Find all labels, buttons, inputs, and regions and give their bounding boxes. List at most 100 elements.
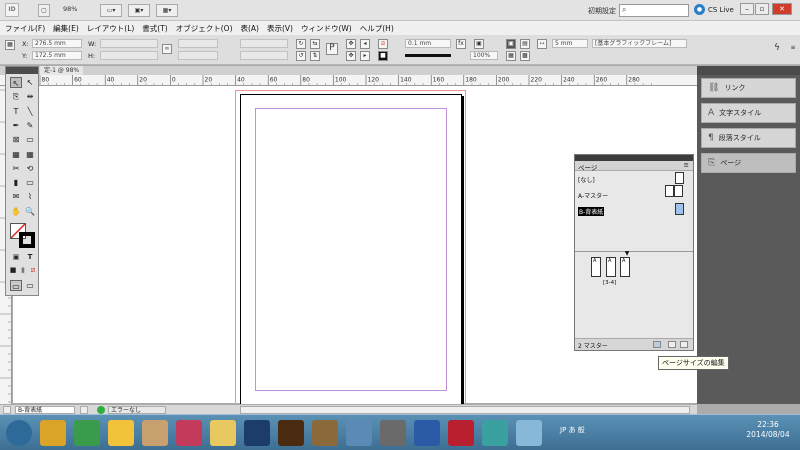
close-button[interactable]: ✕ bbox=[772, 3, 792, 15]
select-next-icon[interactable]: ▸ bbox=[360, 51, 370, 61]
dock-item-links[interactable]: ⛓ リンク bbox=[701, 78, 796, 98]
menu-help[interactable]: ヘルプ(H) bbox=[360, 23, 394, 34]
minimize-button[interactable]: – bbox=[740, 3, 754, 15]
rectangle-tool-icon[interactable]: ▭ bbox=[24, 134, 36, 145]
dock-item-character-styles[interactable]: A 文字スタイル bbox=[701, 103, 796, 123]
dock-item-paragraph-styles[interactable]: ¶ 段落スタイル bbox=[701, 128, 796, 148]
stroke-weight-field[interactable]: 0.1 mm bbox=[405, 39, 451, 48]
fit-frame-icon[interactable]: ▩ bbox=[520, 51, 530, 61]
edit-page-size-icon[interactable] bbox=[653, 341, 661, 348]
next-page-icon[interactable] bbox=[80, 406, 88, 414]
folder-icon[interactable] bbox=[210, 420, 236, 446]
preflight-dropdown[interactable]: エラーなし bbox=[108, 406, 166, 414]
free-transform-tool-icon[interactable]: ⟲ bbox=[24, 163, 36, 174]
stroke-type-preview[interactable] bbox=[405, 54, 451, 57]
cs-live-button[interactable]: ● CS Live bbox=[694, 4, 734, 15]
selection-tool-icon[interactable]: ↖ bbox=[10, 77, 22, 88]
flip-vertical-icon[interactable]: ⇅ bbox=[310, 51, 320, 61]
note-tool-icon[interactable]: ✉ bbox=[10, 191, 22, 202]
pencil-tool-icon[interactable]: ✎ bbox=[24, 120, 36, 131]
app-icon[interactable] bbox=[312, 420, 338, 446]
bridge-button[interactable]: ▢ bbox=[38, 4, 50, 17]
wrap-bounding-icon[interactable]: ▤ bbox=[520, 39, 530, 49]
chrome-icon[interactable] bbox=[74, 420, 100, 446]
master-thumb-a-left[interactable] bbox=[665, 185, 674, 197]
x-field[interactable]: 276.5 mm bbox=[32, 39, 82, 48]
illustrator-icon[interactable] bbox=[278, 420, 304, 446]
ime-indicator[interactable]: JP あ 般 bbox=[560, 425, 585, 435]
stroke-swatch-icon[interactable]: ■ bbox=[378, 51, 388, 61]
delete-page-icon[interactable] bbox=[680, 341, 688, 348]
maximize-button[interactable]: ▫ bbox=[755, 3, 769, 15]
browser-icon[interactable] bbox=[516, 420, 542, 446]
menu-view[interactable]: 表示(V) bbox=[267, 23, 293, 34]
fill-stroke-swatch[interactable] bbox=[10, 223, 36, 249]
spacing-icon[interactable]: ⇿ bbox=[537, 39, 547, 49]
select-container-icon[interactable]: ✥ bbox=[346, 39, 356, 49]
rotation-field[interactable] bbox=[240, 39, 288, 48]
scale-y-field[interactable] bbox=[178, 51, 218, 60]
scissors-tool-icon[interactable]: ✂ bbox=[10, 163, 22, 174]
menu-table[interactable]: 表(A) bbox=[241, 23, 259, 34]
gradient-swatch-tool-icon[interactable]: ▮ bbox=[10, 177, 22, 188]
select-content-icon[interactable]: ✥ bbox=[346, 51, 356, 61]
horizontal-scrollbar[interactable] bbox=[240, 406, 690, 414]
search-input[interactable]: ⌕ bbox=[619, 4, 689, 17]
reference-point-icon[interactable]: ▦ bbox=[5, 40, 15, 50]
app2-icon[interactable] bbox=[482, 420, 508, 446]
rotate-ccw-icon[interactable]: ↺ bbox=[296, 51, 306, 61]
panel-menu-icon[interactable]: ≡ bbox=[684, 161, 689, 169]
master-thumb-a-right[interactable] bbox=[674, 185, 683, 197]
flip-horizontal-icon[interactable]: ⇆ bbox=[310, 39, 320, 49]
first-page-icon[interactable] bbox=[3, 406, 11, 414]
tools-panel-header[interactable] bbox=[6, 67, 38, 74]
page-selector[interactable]: B-背表紙 bbox=[15, 406, 75, 414]
formatting-container-icon[interactable]: ▣ bbox=[10, 252, 22, 263]
menu-file[interactable]: ファイル(F) bbox=[5, 23, 45, 34]
wrap-icon[interactable]: ▣ bbox=[506, 39, 516, 49]
menu-window[interactable]: ウィンドウ(W) bbox=[301, 23, 352, 34]
hand-tool-icon[interactable]: ✋ bbox=[10, 206, 22, 217]
start-orb-icon[interactable] bbox=[6, 420, 32, 446]
page-tool-icon[interactable]: ⎘ bbox=[10, 91, 22, 102]
dock-header[interactable] bbox=[697, 66, 800, 75]
page-thumb-2[interactable]: A bbox=[606, 257, 616, 277]
table-tool-icon[interactable]: ▦ bbox=[10, 149, 22, 160]
normal-mode-icon[interactable]: ▭ bbox=[10, 280, 22, 291]
y-field[interactable]: 172.5 mm bbox=[32, 51, 82, 60]
rotate-cw-icon[interactable]: ↻ bbox=[296, 39, 306, 49]
fit-content-icon[interactable]: ▦ bbox=[506, 51, 516, 61]
shear-field[interactable] bbox=[240, 51, 288, 60]
constrain-proportions-icon[interactable]: ∞ bbox=[162, 44, 172, 54]
lightning-icon[interactable]: ϟ bbox=[772, 44, 782, 54]
zoom-tool-icon[interactable]: 🔍 bbox=[24, 206, 36, 217]
image-viewer-icon[interactable] bbox=[108, 420, 134, 446]
zoom-level[interactable]: 98% bbox=[63, 5, 77, 13]
drop-shadow-icon[interactable]: ▣ bbox=[474, 39, 484, 49]
view-options-button[interactable]: ▭▾ bbox=[100, 4, 122, 17]
page-thumb-1[interactable]: A bbox=[591, 257, 601, 277]
network-icon[interactable] bbox=[346, 420, 372, 446]
dock-item-pages[interactable]: ⎘ ページ bbox=[701, 153, 796, 173]
arrange-documents-button[interactable]: ▦▾ bbox=[156, 4, 178, 17]
menu-type[interactable]: 書式(T) bbox=[142, 23, 167, 34]
spacing-field[interactable]: 5 mm bbox=[552, 39, 588, 48]
apply-none-icon[interactable]: ⧄ bbox=[27, 265, 39, 276]
formatting-text-icon[interactable]: T bbox=[24, 252, 36, 263]
fill-none-icon[interactable]: ⧄ bbox=[378, 39, 388, 49]
stroke-swatch-big-icon[interactable] bbox=[19, 232, 35, 248]
select-previous-icon[interactable]: ◂ bbox=[360, 39, 370, 49]
menu-object[interactable]: オブジェクト(O) bbox=[176, 23, 233, 34]
h-field[interactable] bbox=[100, 51, 158, 60]
rectangle-frame-tool-icon[interactable]: ⊠ bbox=[10, 134, 22, 145]
screen-mode-button[interactable]: ▣▾ bbox=[128, 4, 150, 17]
effects-icon[interactable]: fx bbox=[456, 39, 466, 49]
panel-menu-icon[interactable]: ≡ bbox=[788, 44, 798, 54]
pages-panel-divider[interactable] bbox=[575, 251, 693, 252]
new-page-icon[interactable] bbox=[668, 341, 676, 348]
game-icon[interactable] bbox=[142, 420, 168, 446]
explorer-icon[interactable] bbox=[40, 420, 66, 446]
text-path-icon[interactable]: P bbox=[326, 43, 338, 55]
gradient-feather-tool-icon[interactable]: ▭ bbox=[24, 177, 36, 188]
frame-style-dropdown[interactable]: [基本グラフィックフレーム] bbox=[592, 39, 687, 48]
